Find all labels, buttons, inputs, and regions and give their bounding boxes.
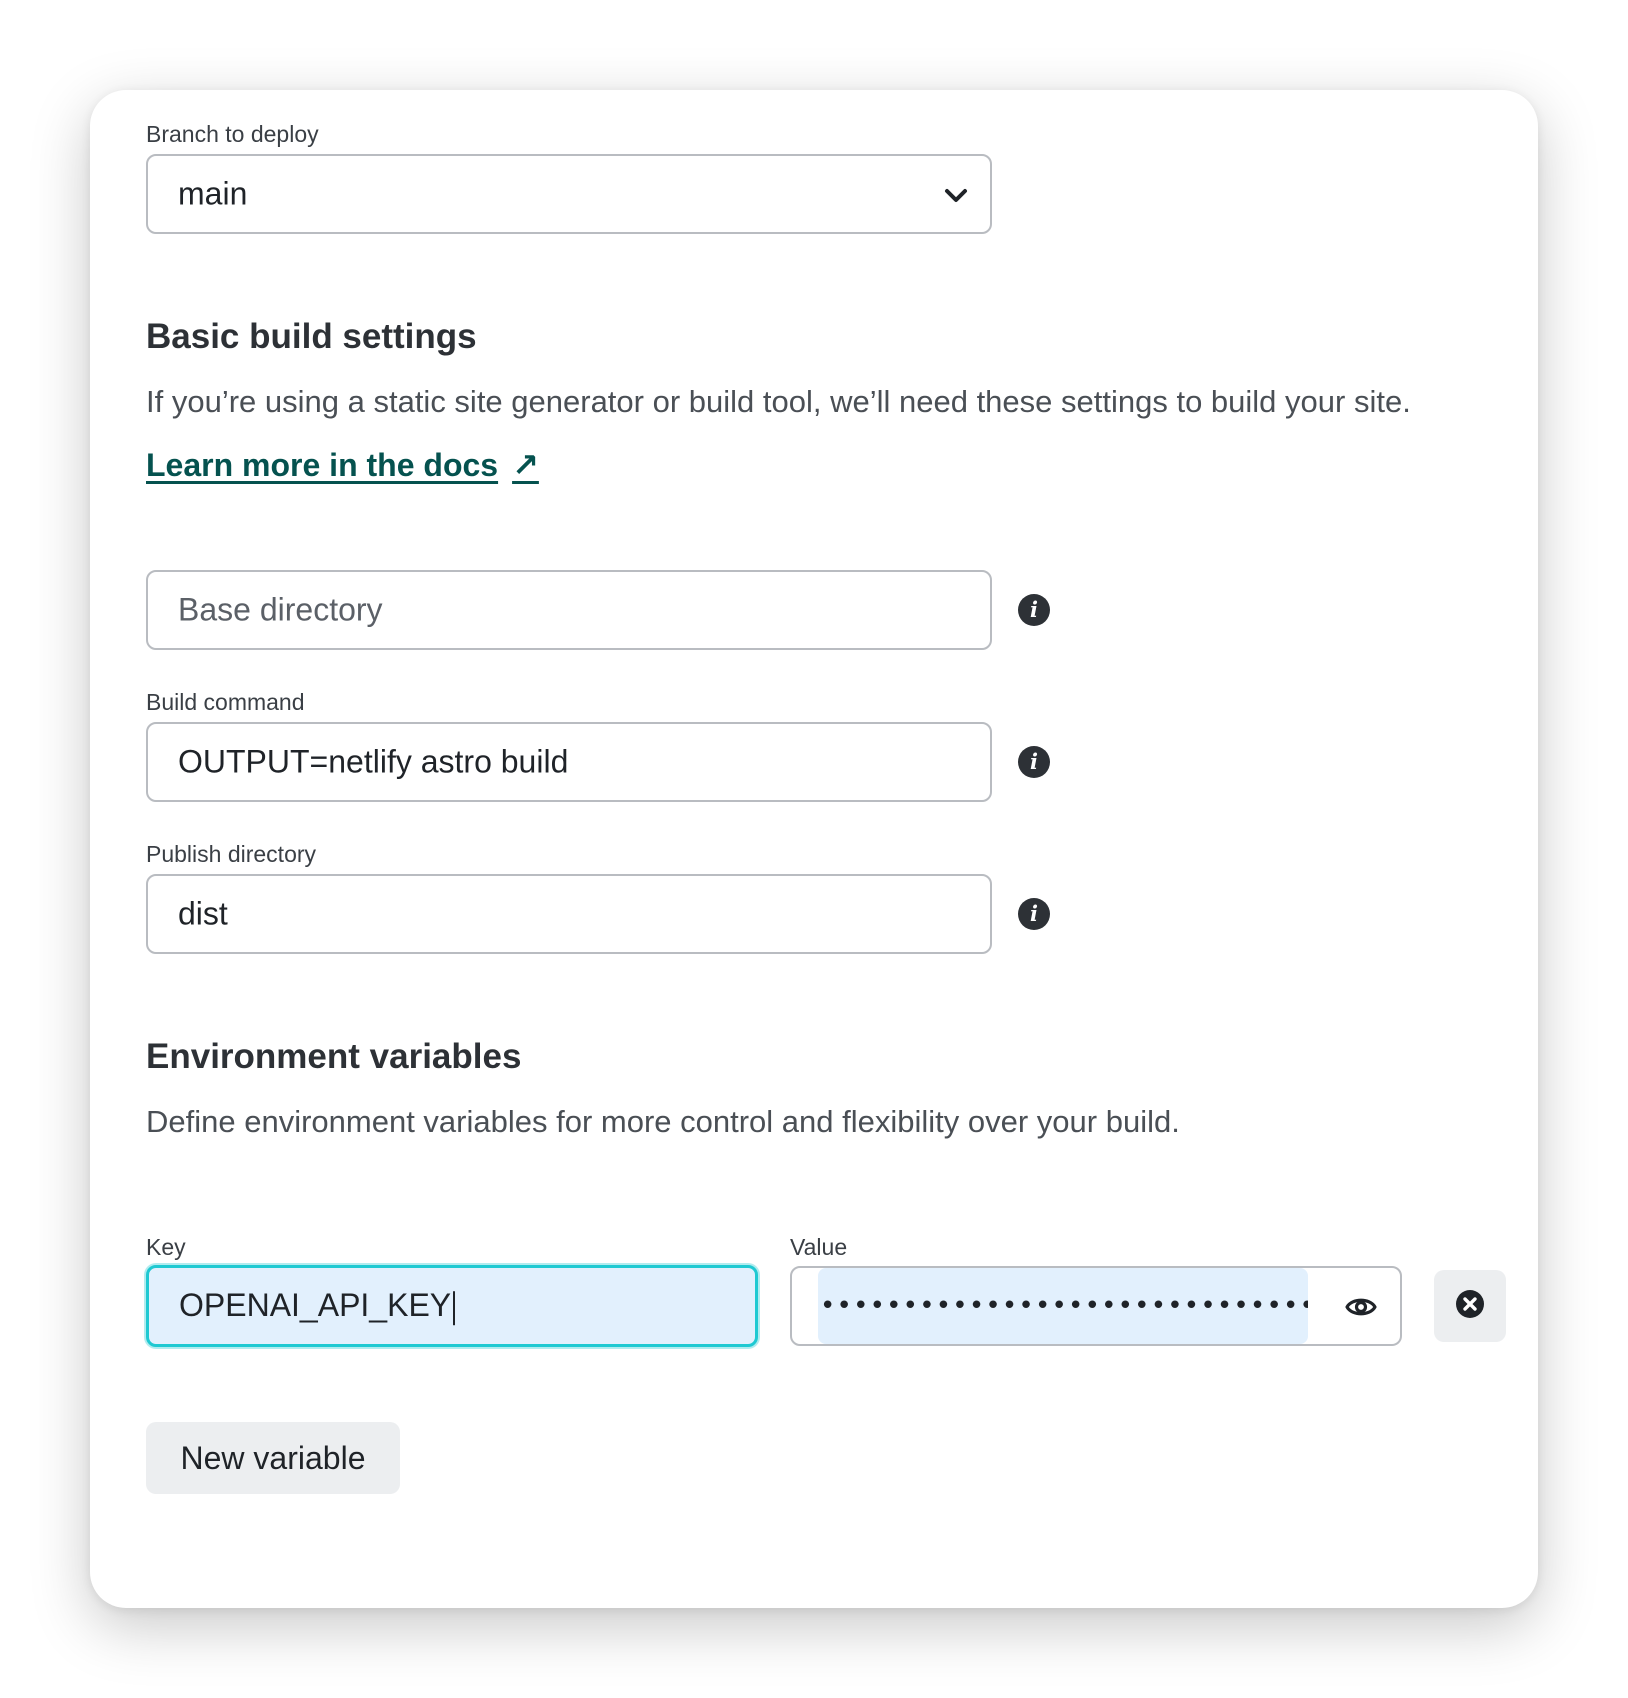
branch-select-value: main [178, 175, 248, 212]
new-variable-button[interactable]: New variable [146, 1422, 400, 1494]
env-key-value: OPENAI_API_KEY [179, 1287, 456, 1325]
branch-label: Branch to deploy [146, 121, 319, 147]
publish-directory-label: Publish directory [146, 841, 317, 867]
docs-link[interactable]: Learn more in the docs ↗ [146, 446, 539, 484]
base-directory-placeholder: Base directory [178, 591, 383, 628]
basic-build-settings-description: If you’re using a static site generator … [146, 384, 1411, 419]
environment-variables-description: Define environment variables for more co… [146, 1104, 1180, 1139]
close-circle-icon [1455, 1289, 1485, 1324]
env-value-selection: •••••••••••••••••••••••••••••••••• [818, 1268, 1308, 1344]
publish-directory-info-icon[interactable]: i [1018, 898, 1050, 930]
key-label: Key [146, 1234, 186, 1260]
build-command-label: Build command [146, 689, 305, 715]
basic-build-settings-heading: Basic build settings [146, 317, 477, 356]
chevron-down-icon [942, 182, 970, 210]
remove-variable-button[interactable] [1434, 1270, 1506, 1342]
build-settings-card: Branch to deploy main Basic build settin… [90, 90, 1538, 1608]
publish-directory-value: dist [178, 895, 228, 932]
docs-link-text: Learn more in the docs [146, 446, 499, 483]
publish-directory-input[interactable]: dist [146, 874, 992, 954]
build-command-value: OUTPUT=netlify astro build [178, 743, 569, 780]
base-directory-input[interactable]: Base directory [146, 570, 992, 650]
eye-icon[interactable] [1344, 1290, 1378, 1324]
external-link-icon: ↗ [512, 447, 539, 483]
build-command-info-icon[interactable]: i [1018, 746, 1050, 778]
env-key-input[interactable]: OPENAI_API_KEY [146, 1265, 758, 1347]
env-value-input[interactable]: •••••••••••••••••••••••••••••••••• [790, 1266, 1402, 1346]
text-caret [453, 1290, 456, 1325]
environment-variables-heading: Environment variables [146, 1037, 522, 1076]
base-directory-info-icon[interactable]: i [1018, 594, 1050, 626]
branch-select[interactable]: main [146, 154, 992, 234]
build-command-input[interactable]: OUTPUT=netlify astro build [146, 722, 992, 802]
value-label: Value [790, 1234, 848, 1260]
env-value-masked: •••••••••••••••••••••••••••••••••• [820, 1291, 1308, 1321]
